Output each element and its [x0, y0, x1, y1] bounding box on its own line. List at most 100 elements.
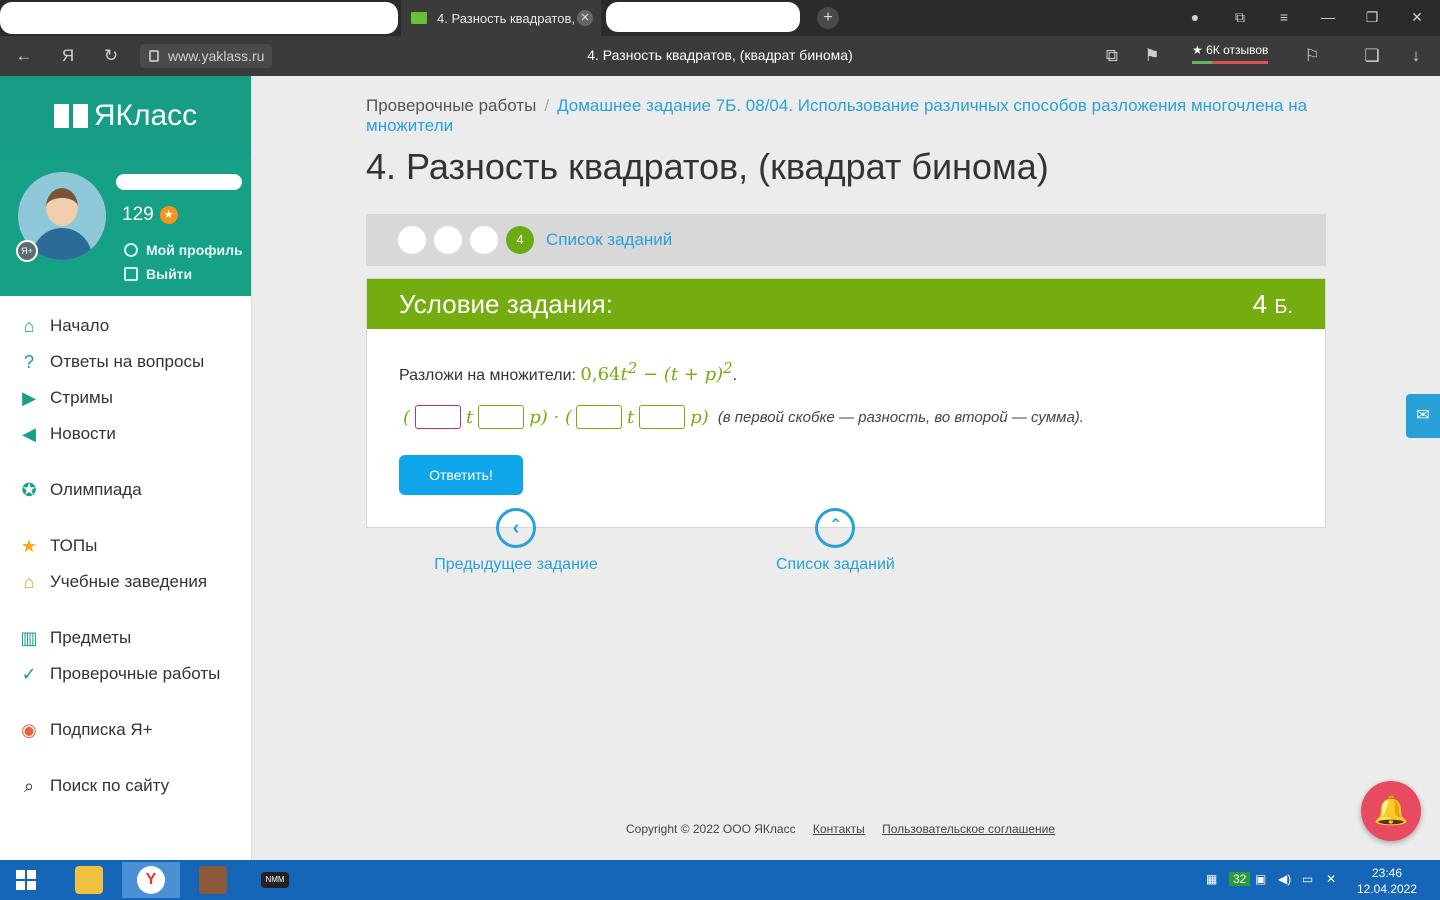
var-t: t: [627, 406, 635, 428]
prev-task-label: Предыдущее задание: [434, 556, 598, 573]
volume-icon[interactable]: ◀): [1278, 872, 1291, 886]
step-1[interactable]: [398, 226, 426, 254]
mail-icon[interactable]: ✉: [1406, 394, 1440, 438]
taskbar-nmm[interactable]: NMM: [246, 862, 304, 898]
bookmark-icon[interactable]: ⚐: [1302, 46, 1322, 66]
url-field[interactable]: www.yaklass.ru: [140, 44, 273, 68]
search-icon: ⌕: [23, 776, 35, 796]
sidebar-item-label: Учебные заведения: [50, 572, 208, 591]
book-logo-icon: [53, 104, 88, 128]
clock[interactable]: 23:46 12.04.2022: [1352, 865, 1422, 897]
logout-link[interactable]: Выйти: [124, 266, 192, 282]
redacted-user-name: [116, 174, 242, 190]
sidebar-item-schools[interactable]: ⌂ Учебные заведения: [0, 564, 251, 600]
new-tab-button[interactable]: +: [817, 7, 839, 29]
medal-icon: ✪: [21, 480, 37, 500]
var-t: t: [466, 406, 474, 428]
footer: Copyright © 2022 ООО ЯКласс Контакты Пол…: [626, 822, 1055, 836]
sidebar-item-home[interactable]: ⌂ Начало: [0, 308, 251, 344]
tray-app-icon[interactable]: ▣: [1255, 872, 1266, 886]
sidebar-item-subjects[interactable]: ▥ Предметы: [0, 620, 251, 656]
protect-icon[interactable]: ⚑: [1142, 46, 1162, 66]
answer-box-2[interactable]: [478, 405, 525, 429]
taskbar-explorer[interactable]: [60, 862, 118, 898]
task-list-nav-label: Список заданий: [776, 556, 895, 573]
windows-start-icon[interactable]: [16, 870, 36, 890]
sidebar-item-label: Начало: [50, 316, 110, 335]
active-tab-title: 4. Разность квадратов,: [437, 10, 575, 26]
taskbar: Y NMM ▦ 32 ▣ ◀) ▭ ✕ 23:46 12.04.2022: [0, 860, 1440, 900]
sidebar-menu: ⌂ Начало ? Ответы на вопросы ▶ Стримы ◀ Ново…: [0, 296, 251, 804]
submit-button[interactable]: Ответить!: [399, 455, 523, 495]
breadcrumb-root[interactable]: Проверочные работы: [366, 96, 536, 115]
active-tab[interactable]: 4. Разность квадратов, ✕: [401, 0, 601, 36]
tab-close-icon[interactable]: ✕: [577, 10, 593, 26]
sidebar-item-streams[interactable]: ▶ Стримы: [0, 380, 251, 416]
prev-task-link[interactable]: ‹ Предыдущее задание: [430, 508, 602, 574]
task-prompt: Разложи на множители:: [399, 367, 576, 384]
taskbar-game[interactable]: [184, 862, 242, 898]
back-icon[interactable]: ←: [14, 46, 34, 66]
answer-box-3[interactable]: [576, 405, 623, 429]
var-p: p: [690, 406, 702, 428]
maximize-icon[interactable]: ❐: [1363, 9, 1381, 26]
school-icon: ⌂: [23, 572, 35, 592]
copy-icon[interactable]: ⧉: [1102, 46, 1122, 66]
minimize-icon[interactable]: —: [1319, 9, 1337, 25]
my-profile-link[interactable]: Мой профиль: [124, 242, 243, 258]
sidebar: ЯКласс Я+ 129 ★ Мой профиль Выйти ⌂ Начал…: [0, 76, 252, 860]
question-icon: ?: [23, 352, 34, 372]
task-navigation: ‹ Предыдущее задание ˆ Список заданий: [366, 508, 966, 588]
task-condition: Разложи на множители: 0,64t2 − (t + p)2.: [399, 359, 738, 385]
redacted-tab: [0, 2, 398, 34]
home-icon: ⌂: [23, 316, 35, 336]
answer-box-1[interactable]: [415, 405, 462, 429]
profile-icon[interactable]: ●: [1186, 9, 1204, 25]
sidebar-item-search[interactable]: ⌕ Поиск по сайту: [0, 768, 251, 804]
download-icon[interactable]: ↓: [1406, 46, 1426, 66]
sidebar-item-tests[interactable]: ✓ Проверочные работы: [0, 656, 251, 692]
yandex-browser-icon: Y: [137, 866, 165, 894]
reload-icon[interactable]: ↻: [101, 46, 121, 66]
yandex-icon[interactable]: Я: [58, 46, 78, 66]
sidebar-item-label: Предметы: [50, 628, 132, 647]
browser-tab-strip: 4. Разность квадратов, ✕ + ● ⧉ ≡ — ❐ ✕: [0, 0, 1440, 36]
logo[interactable]: ЯКласс: [0, 76, 251, 156]
close-window-icon[interactable]: ✕: [1408, 9, 1426, 26]
collections-icon[interactable]: ⧉: [1231, 9, 1249, 26]
points-counter: 129 ★: [122, 204, 178, 226]
tray-badge[interactable]: 32: [1229, 872, 1251, 886]
menu-icon[interactable]: ≡: [1275, 9, 1293, 25]
answer-box-4[interactable]: [639, 405, 686, 429]
notification-bell-icon[interactable]: 🔔: [1361, 781, 1421, 841]
logo-text: ЯКласс: [93, 99, 198, 132]
task-card: Условие задания: 4 Б. Разложи на множите…: [366, 278, 1326, 528]
expr-rest: − (t + p): [637, 364, 724, 385]
var-p: p: [529, 406, 541, 428]
breadcrumb: Проверочные работы / Домашнее задание 7Б. …: [366, 96, 1308, 135]
agreement-link[interactable]: Пользовательское соглашение: [882, 822, 1055, 836]
tray-cube-icon[interactable]: ▦: [1206, 872, 1217, 886]
sidebar-item-label: Стримы: [50, 388, 113, 407]
reader-icon[interactable]: ❏: [1362, 46, 1382, 66]
task-steps: 4 Список заданий: [366, 214, 1326, 266]
contacts-link[interactable]: Контакты: [813, 822, 865, 836]
step-3[interactable]: [470, 226, 498, 254]
network-icon[interactable]: ▭: [1302, 872, 1313, 886]
sidebar-item-label: Проверочные работы: [50, 664, 221, 683]
taskbar-yandex-browser[interactable]: Y: [122, 862, 180, 898]
game-icon: [199, 866, 227, 894]
reviews-badge[interactable]: ★ 6К отзывов: [1192, 43, 1269, 64]
sidebar-item-answers[interactable]: ? Ответы на вопросы: [0, 344, 251, 380]
tray-muted-icon[interactable]: ✕: [1326, 872, 1336, 886]
step-2[interactable]: [434, 226, 462, 254]
page-title: 4. Разность квадратов, (квадрат бинома): [366, 146, 1049, 187]
sidebar-item-subscription[interactable]: ◉ Подписка Я+: [0, 712, 251, 748]
sidebar-item-news[interactable]: ◀ Новости: [0, 416, 251, 452]
sidebar-item-tops[interactable]: ★ ТОПы: [0, 528, 251, 564]
task-header-title: Условие задания:: [399, 288, 613, 319]
task-list-link[interactable]: Список заданий: [546, 230, 672, 250]
task-list-nav-link[interactable]: ˆ Список заданий: [776, 508, 895, 574]
step-current[interactable]: 4: [506, 226, 534, 254]
sidebar-item-olympiad[interactable]: ✪ Олимпиада: [0, 472, 251, 508]
